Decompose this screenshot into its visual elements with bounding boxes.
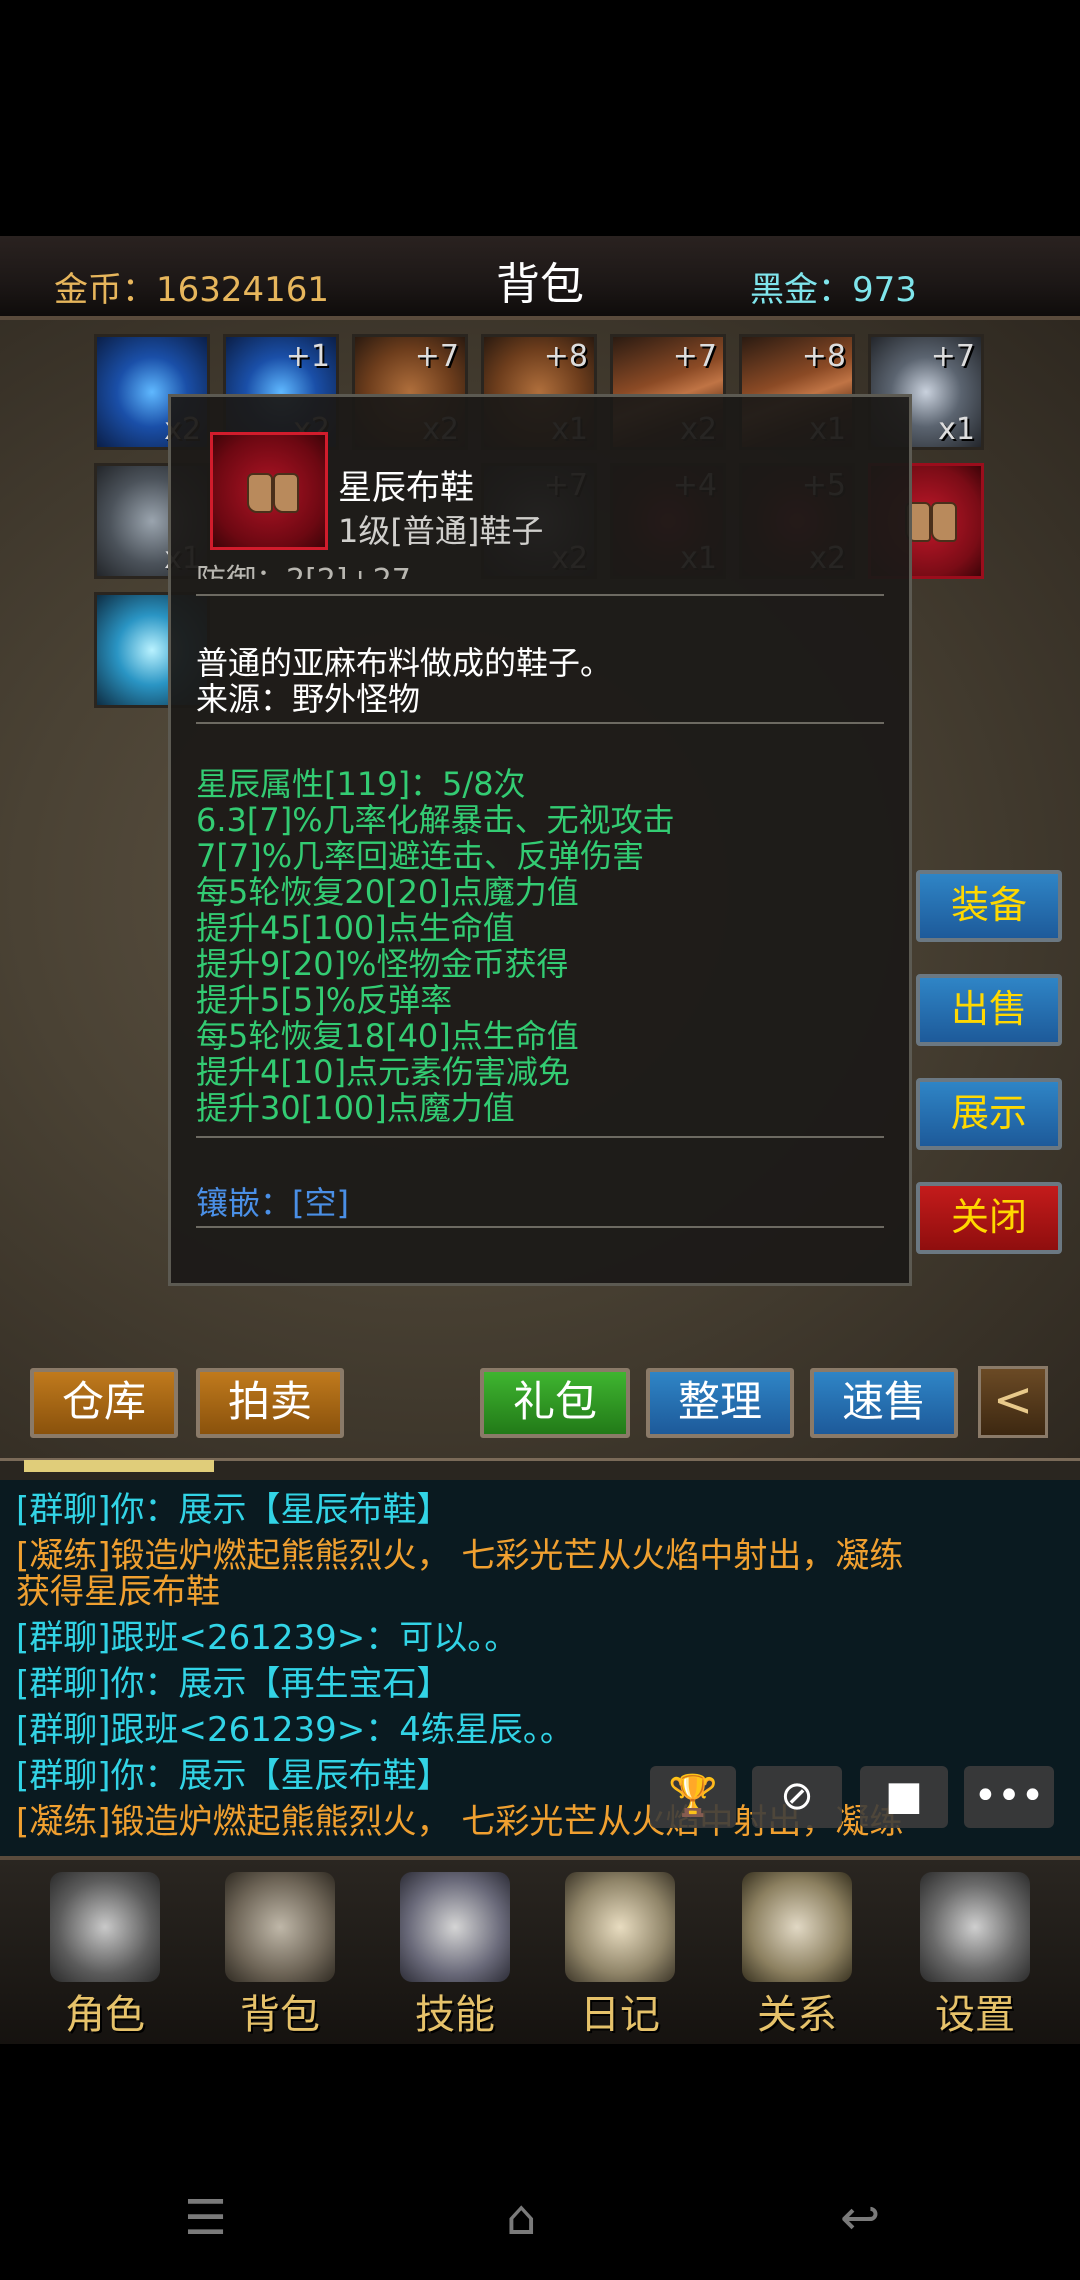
- page-title: 背包: [496, 259, 584, 310]
- menu-icon[interactable]: ☰: [184, 2190, 227, 2246]
- tooltip-attribute: 提升45[100]点生命值: [196, 909, 515, 947]
- gear-icon: [920, 1872, 1030, 1982]
- nav-label: 角色: [65, 1992, 145, 2038]
- collapse-button[interactable]: <: [978, 1366, 1048, 1438]
- divider: [196, 1226, 884, 1228]
- item-level: +7: [672, 339, 717, 374]
- tooltip-defense: 防御：2[2]+27: [196, 555, 411, 579]
- tooltip-attribute: 提升9[20]%怪物金币获得: [196, 945, 569, 983]
- nav-relations[interactable]: 关系: [722, 1872, 872, 2040]
- chat-scroll-indicator: [24, 1460, 214, 1472]
- nav-label: 设置: [935, 1992, 1015, 2038]
- nav-character[interactable]: 角色: [30, 1872, 180, 2040]
- tooltip-inlay: 镶嵌：[空]: [196, 1184, 349, 1222]
- tooltip-attribute: 提升4[10]点元素伤害减免: [196, 1053, 571, 1091]
- chat-message: 获得星辰布鞋: [16, 1572, 220, 1612]
- tooltip-source: 来源：野外怪物: [196, 680, 421, 718]
- nav-skills[interactable]: 技能: [380, 1872, 530, 2040]
- sell-button[interactable]: 出售: [916, 974, 1062, 1046]
- divider: [196, 594, 884, 596]
- sort-button[interactable]: 整理: [646, 1368, 794, 1438]
- scroll-icon: [565, 1872, 675, 1982]
- blackgold-balance: 黑金：973: [750, 270, 917, 310]
- auction-button[interactable]: 拍卖: [196, 1368, 344, 1438]
- chat-message: [群聊]你：展示【再生宝石】: [16, 1664, 451, 1704]
- tooltip-item-name: 星辰布鞋: [338, 468, 474, 508]
- tooltip-item-icon: [210, 432, 328, 550]
- nav-backpack[interactable]: 背包: [205, 1872, 355, 2040]
- back-icon[interactable]: ↩: [840, 2190, 880, 2246]
- warehouse-button[interactable]: 仓库: [30, 1368, 178, 1438]
- item-level: +7: [414, 339, 459, 374]
- chat-message: [群聊]跟班<261239>：4练星辰。。: [16, 1710, 574, 1750]
- tooltip-attribute: 7[7]%几率回避连击、反弹伤害: [196, 837, 645, 875]
- item-count: x1: [938, 412, 975, 447]
- skill-book-icon: [400, 1872, 510, 1982]
- chat-message: [群聊]你：展示【星辰布鞋】: [16, 1490, 451, 1530]
- close-button[interactable]: 关闭: [916, 1182, 1062, 1254]
- more-icon[interactable]: •••: [964, 1766, 1054, 1828]
- tooltip-attribute: 每5轮恢复20[20]点魔力值: [196, 873, 579, 911]
- chat-message: [群聊]跟班<261239>：可以。。: [16, 1618, 519, 1658]
- home-icon[interactable]: ⌂: [506, 2190, 536, 2246]
- nav-label: 关系: [757, 1992, 837, 2038]
- backpack-icon: [225, 1872, 335, 1982]
- tooltip-attribute: 星辰属性[119]：5/8次: [196, 765, 526, 803]
- divider: [196, 1136, 884, 1138]
- gift-button[interactable]: 礼包: [480, 1368, 630, 1438]
- item-level: +7: [930, 339, 975, 374]
- nav-label: 技能: [415, 1992, 495, 2038]
- helmet-icon: [50, 1872, 160, 1982]
- nav-settings[interactable]: 设置: [900, 1872, 1050, 2040]
- chat-message: [凝练]锻造炉燃起熊熊烈火， 七彩光芒从火焰中射出，凝练: [16, 1536, 904, 1576]
- quick-sell-button[interactable]: 速售: [810, 1368, 958, 1438]
- trophy-icon[interactable]: 🏆: [650, 1766, 736, 1828]
- tooltip-attribute: 提升30[100]点魔力值: [196, 1089, 515, 1127]
- compass-icon[interactable]: ⊘: [752, 1766, 842, 1828]
- nav-label: 日记: [580, 1992, 660, 2038]
- item-level: +8: [543, 339, 588, 374]
- stop-icon[interactable]: ■: [860, 1766, 948, 1828]
- item-level: +8: [801, 339, 846, 374]
- tooltip-attribute: 每5轮恢复18[40]点生命值: [196, 1017, 579, 1055]
- tooltip-item-type: 1级[普通]鞋子: [338, 512, 544, 550]
- nav-label: 背包: [240, 1992, 320, 2038]
- tooltip-attribute: 提升5[5]%反弹率: [196, 981, 453, 1019]
- tooltip-attribute: 6.3[7]%几率化解暴击、无视攻击: [196, 801, 675, 839]
- divider: [196, 722, 884, 724]
- equip-button[interactable]: 装备: [916, 870, 1062, 942]
- handshake-icon: [742, 1872, 852, 1982]
- boots-icon: [247, 473, 273, 513]
- show-button[interactable]: 展示: [916, 1078, 1062, 1150]
- nav-diary[interactable]: 日记: [545, 1872, 695, 2040]
- chat-message: [群聊]你：展示【星辰布鞋】: [16, 1756, 451, 1796]
- item-level: +1: [285, 339, 330, 374]
